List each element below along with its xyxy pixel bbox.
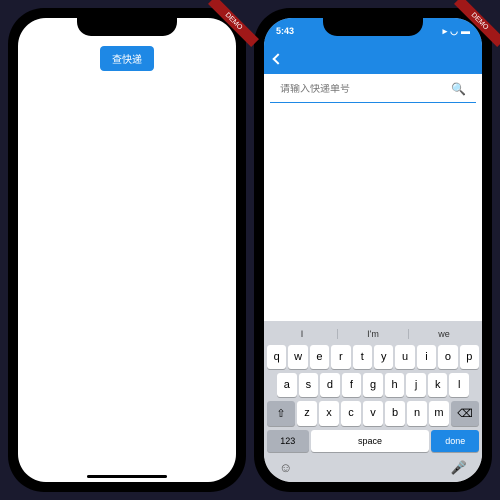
notch bbox=[323, 18, 423, 36]
key-h[interactable]: h bbox=[385, 373, 405, 397]
key-r[interactable]: r bbox=[331, 345, 350, 369]
key-k[interactable]: k bbox=[428, 373, 448, 397]
search-icon[interactable]: 🔍 bbox=[451, 82, 466, 96]
key-w[interactable]: w bbox=[288, 345, 307, 369]
key-row-3: ⇧ zxcvbnm ⌫ bbox=[267, 401, 479, 426]
key-d[interactable]: d bbox=[320, 373, 340, 397]
key-row-1: qwertyuiop bbox=[267, 345, 479, 369]
key-c[interactable]: c bbox=[341, 401, 361, 426]
key-row-2: asdfghjkl bbox=[267, 373, 479, 397]
key-b[interactable]: b bbox=[385, 401, 405, 426]
key-u[interactable]: u bbox=[395, 345, 414, 369]
search-row: 🔍 bbox=[270, 76, 476, 103]
key-i[interactable]: i bbox=[417, 345, 436, 369]
key-j[interactable]: j bbox=[406, 373, 426, 397]
phone-left: DEMO 查快递 bbox=[8, 8, 246, 492]
key-g[interactable]: g bbox=[363, 373, 383, 397]
home-indicator[interactable] bbox=[87, 475, 167, 478]
query-express-button[interactable]: 查快递 bbox=[100, 46, 154, 71]
key-f[interactable]: f bbox=[342, 373, 362, 397]
suggestion[interactable]: I'm bbox=[338, 329, 409, 339]
key-p[interactable]: p bbox=[460, 345, 479, 369]
suggestion[interactable]: I bbox=[267, 329, 338, 339]
key-m[interactable]: m bbox=[429, 401, 449, 426]
keyboard-bottom: ☺ 🎤 bbox=[267, 456, 479, 476]
done-key[interactable]: done bbox=[431, 430, 479, 452]
keyboard: I I'm we qwertyuiop asdfghjkl ⇧ zxcvbnm … bbox=[264, 321, 482, 482]
nav-bar bbox=[264, 44, 482, 74]
space-key[interactable]: space bbox=[311, 430, 430, 452]
key-l[interactable]: l bbox=[449, 373, 469, 397]
signal-icon: ▸ bbox=[443, 26, 448, 37]
suggestion[interactable]: we bbox=[409, 329, 479, 339]
key-y[interactable]: y bbox=[374, 345, 393, 369]
battery-icon: ▬ bbox=[461, 26, 470, 36]
wifi-icon: ◡ bbox=[450, 26, 458, 37]
back-icon[interactable] bbox=[272, 53, 283, 64]
key-e[interactable]: e bbox=[310, 345, 329, 369]
notch bbox=[77, 18, 177, 36]
mic-icon[interactable]: 🎤 bbox=[451, 460, 467, 476]
key-x[interactable]: x bbox=[319, 401, 339, 426]
numbers-key[interactable]: 123 bbox=[267, 430, 309, 452]
shift-key[interactable]: ⇧ bbox=[267, 401, 295, 426]
screen-left: 查快递 bbox=[18, 18, 236, 482]
delete-key[interactable]: ⌫ bbox=[451, 401, 479, 426]
key-a[interactable]: a bbox=[277, 373, 297, 397]
key-t[interactable]: t bbox=[353, 345, 372, 369]
key-q[interactable]: q bbox=[267, 345, 286, 369]
key-row-4: 123 space done bbox=[267, 430, 479, 452]
status-time: 5:43 bbox=[276, 26, 294, 36]
suggestion-bar: I I'm we bbox=[267, 325, 479, 345]
search-input[interactable] bbox=[280, 84, 451, 95]
key-z[interactable]: z bbox=[297, 401, 317, 426]
emoji-icon[interactable]: ☺ bbox=[279, 460, 292, 476]
key-s[interactable]: s bbox=[299, 373, 319, 397]
key-n[interactable]: n bbox=[407, 401, 427, 426]
screen-right: 5:43 ▸ ◡ ▬ 🔍 I I'm we qwertyuiop asdfghj… bbox=[264, 18, 482, 482]
phone-right: DEMO 5:43 ▸ ◡ ▬ 🔍 I I'm we qwertyuiop as… bbox=[254, 8, 492, 492]
key-v[interactable]: v bbox=[363, 401, 383, 426]
key-o[interactable]: o bbox=[438, 345, 457, 369]
